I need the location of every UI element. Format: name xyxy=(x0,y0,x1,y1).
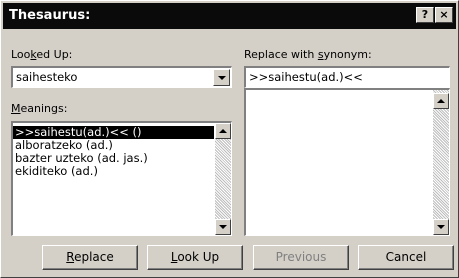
replace-button[interactable]: Replace xyxy=(42,245,138,270)
scroll-down-arrow-icon[interactable] xyxy=(433,219,449,235)
title-bar[interactable]: Thesaurus: ? × xyxy=(3,3,456,29)
window-title: Thesaurus: xyxy=(9,8,91,23)
meaning-list-item[interactable]: ekiditeko (ad.) xyxy=(13,165,214,178)
chevron-down-icon[interactable] xyxy=(213,69,230,86)
looked-up-value: saihesteko xyxy=(16,70,78,84)
meanings-scrollbar[interactable] xyxy=(215,123,231,235)
help-button[interactable]: ? xyxy=(416,7,434,23)
scroll-up-arrow-icon[interactable] xyxy=(215,123,231,139)
replace-input[interactable]: >>saihestu(ad.)<< xyxy=(244,66,450,88)
meanings-label: Meanings: xyxy=(11,102,68,115)
scroll-up-arrow-icon[interactable] xyxy=(433,93,449,109)
thesaurus-dialog: Thesaurus: ? × Looked Up: saihesteko Mea… xyxy=(0,0,459,278)
synonym-scrollbar[interactable] xyxy=(433,90,449,235)
previous-button: Previous xyxy=(253,245,349,270)
cancel-button[interactable]: Cancel xyxy=(358,245,454,270)
look-up-button[interactable]: Look Up xyxy=(147,245,243,270)
help-icon: ? xyxy=(421,8,429,21)
looked-up-combobox[interactable]: saihesteko xyxy=(11,66,232,88)
replace-label: Replace with synonym: xyxy=(244,48,372,61)
scroll-down-arrow-icon[interactable] xyxy=(215,219,231,235)
synonym-listbox[interactable] xyxy=(244,88,450,236)
replace-value: >>saihestu(ad.)<< xyxy=(249,70,363,84)
meanings-listbox[interactable]: >>saihestu(ad.)<< () alboratzeko (ad.) baz… xyxy=(11,121,232,236)
looked-up-label: Looked Up: xyxy=(11,48,73,61)
close-icon: × xyxy=(439,8,449,21)
close-button[interactable]: × xyxy=(435,7,453,23)
